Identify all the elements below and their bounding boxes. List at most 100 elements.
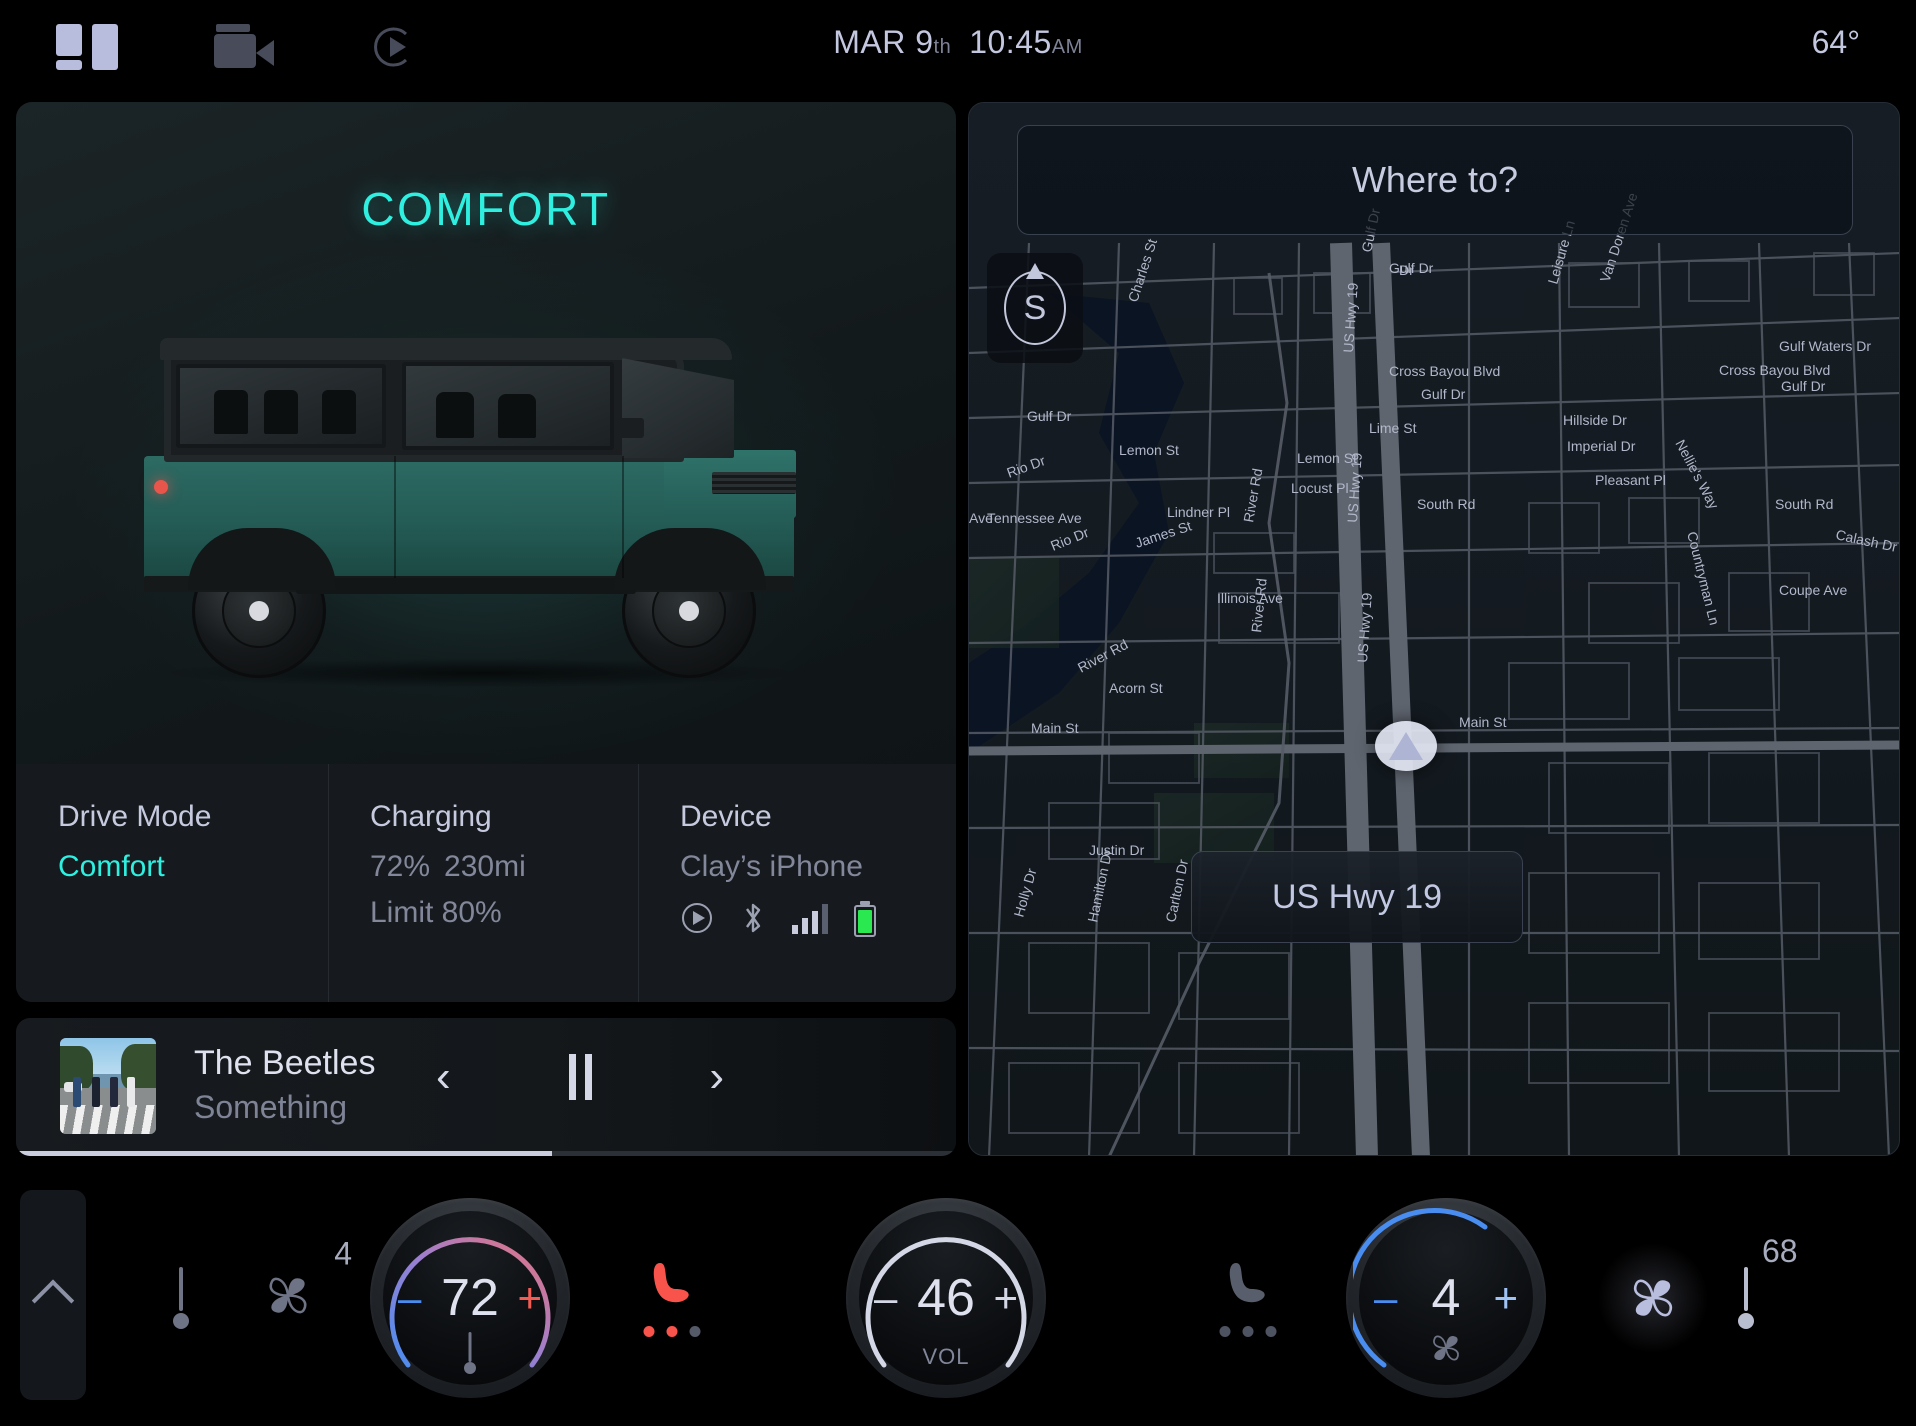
passenger-temperature-value: 68 bbox=[1762, 1233, 1798, 1269]
vehicle-illustration bbox=[136, 332, 826, 692]
previous-track-button[interactable]: ‹ bbox=[436, 1055, 451, 1099]
passenger-fan-toggle[interactable] bbox=[1598, 1243, 1708, 1353]
info-cell-drive-mode[interactable]: Drive Mode Comfort bbox=[16, 764, 328, 1002]
driver-temperature-dial[interactable]: 72 – + bbox=[370, 1198, 570, 1398]
charging-limit: Limit 80% bbox=[370, 896, 502, 929]
media-artist: The Beetles bbox=[194, 1044, 376, 1082]
chevron-up-icon bbox=[31, 1279, 75, 1322]
info-cell-device[interactable]: Device Clay’s iPhone bbox=[638, 764, 956, 1002]
map-label: Gulf Dr bbox=[1421, 386, 1466, 402]
charge-range: 230mi bbox=[444, 850, 526, 883]
fan-icon bbox=[269, 1277, 307, 1314]
device-icon-group bbox=[680, 900, 956, 941]
navigation-map-panel[interactable]: Gulf Dr Gulf Dr Gulf Dr Lemon St Lemon S… bbox=[968, 102, 1900, 1156]
media-player-card[interactable]: The Beetles Something ‹ › bbox=[16, 1018, 956, 1156]
media-controls: ‹ › bbox=[420, 1018, 740, 1136]
drive-mode-title: COMFORT bbox=[361, 183, 611, 235]
drive-mode-value: Comfort bbox=[58, 850, 165, 883]
seat-heat-level-dots bbox=[643, 1326, 701, 1337]
driver-temp-increase-button[interactable]: + bbox=[517, 1277, 542, 1319]
seat-icon bbox=[1216, 1259, 1280, 1337]
compass-heading-text: S bbox=[1004, 271, 1066, 345]
map-label: Lemon St bbox=[1119, 442, 1179, 458]
compass-button[interactable]: S bbox=[987, 253, 1083, 363]
seat-heat-level-dots bbox=[1219, 1326, 1277, 1337]
map-label: Tennessee Ave bbox=[987, 510, 1082, 526]
date-text: MAR 9 bbox=[833, 24, 934, 60]
map-canvas[interactable]: Gulf Dr Gulf Dr Gulf Dr Lemon St Lemon S… bbox=[969, 103, 1900, 1156]
passenger-temp-toggle[interactable]: 68 bbox=[1736, 1233, 1798, 1329]
climate-control-bar: 4 72 – + 46 – + VOL 4 – + 68 bbox=[0, 1170, 1916, 1426]
map-label: Hillside Dr bbox=[1563, 412, 1627, 428]
map-label: Gulf Dr bbox=[1781, 378, 1826, 394]
thermometer-icon bbox=[1736, 1267, 1756, 1329]
map-label: Locust Pl bbox=[1291, 480, 1349, 496]
map-label: Imperial Dr bbox=[1567, 438, 1636, 454]
volume-decrease-button[interactable]: – bbox=[874, 1277, 897, 1319]
info-cell-charging[interactable]: Charging 72% 230mi Limit 80% bbox=[328, 764, 638, 1002]
map-label: Lime St bbox=[1369, 420, 1417, 436]
signal-bars-icon bbox=[792, 903, 828, 934]
volume-label: VOL bbox=[922, 1344, 970, 1369]
time-text: 10:45 bbox=[969, 24, 1052, 60]
vehicle-status-card[interactable]: COMFORT Drive Mode Comfort Charging 72% … bbox=[16, 102, 956, 1002]
thermometer-icon bbox=[171, 1267, 191, 1329]
driver-fan-level: 4 bbox=[334, 1235, 352, 1272]
date-suffix: th bbox=[933, 36, 952, 58]
driver-seat-heater-button[interactable] bbox=[640, 1259, 704, 1337]
compass-needle-icon bbox=[1026, 263, 1044, 279]
infotainment-screen: MAR 9th 10:45AM 64° COMFORT Drive Mode C… bbox=[0, 0, 1916, 1426]
expand-panel-button[interactable] bbox=[20, 1190, 86, 1400]
map-label: Gulf Dr bbox=[1027, 408, 1072, 424]
current-road-pill[interactable]: US Hwy 19 bbox=[1191, 851, 1523, 943]
bluetooth-icon[interactable] bbox=[740, 900, 766, 941]
volume-increase-button[interactable]: + bbox=[993, 1277, 1018, 1319]
album-art bbox=[60, 1038, 156, 1134]
heated-seat-icon bbox=[640, 1259, 704, 1337]
passenger-fan-dial[interactable]: 4 – + bbox=[1346, 1198, 1546, 1398]
map-label: South Rd bbox=[1417, 496, 1475, 512]
current-road-text: US Hwy 19 bbox=[1271, 877, 1443, 916]
driver-temp-toggle[interactable] bbox=[126, 1243, 236, 1353]
charging-label: Charging bbox=[370, 800, 492, 833]
passenger-seat-heater-button[interactable] bbox=[1216, 1259, 1280, 1337]
play-circle-icon[interactable] bbox=[680, 901, 714, 940]
map-label: Coupe Ave bbox=[1779, 582, 1847, 598]
next-track-button[interactable]: › bbox=[709, 1055, 724, 1099]
vehicle-heading-arrow-icon bbox=[1389, 732, 1423, 760]
charge-percent: 72% bbox=[370, 850, 431, 883]
fan-icon bbox=[1633, 1279, 1673, 1317]
map-label: South Rd bbox=[1775, 496, 1833, 512]
volume-dial[interactable]: 46 – + VOL bbox=[846, 1198, 1046, 1398]
battery-icon bbox=[854, 904, 876, 937]
date-time-display: MAR 9th 10:45AM bbox=[0, 24, 1916, 61]
search-destination-field[interactable]: Where to? bbox=[1017, 125, 1853, 235]
left-column: COMFORT Drive Mode Comfort Charging 72% … bbox=[16, 102, 956, 1156]
status-bar: MAR 9th 10:45AM 64° bbox=[0, 0, 1916, 100]
vehicle-info-row: Drive Mode Comfort Charging 72% 230mi Lim… bbox=[16, 764, 956, 1002]
map-label: Lindner Pl bbox=[1167, 504, 1230, 520]
map-label: Main St bbox=[1031, 720, 1079, 736]
media-progress-bar[interactable] bbox=[16, 1151, 956, 1156]
charging-line-1: 72% 230mi bbox=[370, 850, 638, 884]
vehicle-position-marker bbox=[1375, 721, 1437, 771]
map-label: Gulf Waters Dr bbox=[1779, 338, 1871, 354]
drive-mode-label: Drive Mode bbox=[58, 800, 212, 833]
passenger-fan-increase-button[interactable]: + bbox=[1493, 1277, 1518, 1319]
media-text: The Beetles Something bbox=[194, 1044, 375, 1126]
map-label: Cross Bayou Blvd bbox=[1389, 363, 1500, 379]
device-name: Clay’s iPhone bbox=[680, 850, 863, 883]
device-label: Device bbox=[680, 800, 772, 833]
time-suffix: AM bbox=[1051, 36, 1083, 58]
map-label: Acorn St bbox=[1109, 680, 1163, 696]
map-label: Cross Bayou Blvd bbox=[1719, 362, 1830, 378]
outside-temperature: 64° bbox=[1811, 24, 1860, 60]
passenger-fan-decrease-button[interactable]: – bbox=[1374, 1277, 1397, 1319]
map-label: Illinois Ave bbox=[1217, 590, 1283, 606]
pause-button[interactable] bbox=[568, 1054, 592, 1100]
driver-temp-decrease-button[interactable]: – bbox=[398, 1277, 421, 1319]
map-label: Main St bbox=[1459, 714, 1507, 730]
search-placeholder-text: Where to? bbox=[1351, 159, 1519, 200]
map-label: Pleasant Pl bbox=[1595, 472, 1666, 488]
driver-fan-toggle[interactable]: 4 bbox=[258, 1236, 352, 1331]
